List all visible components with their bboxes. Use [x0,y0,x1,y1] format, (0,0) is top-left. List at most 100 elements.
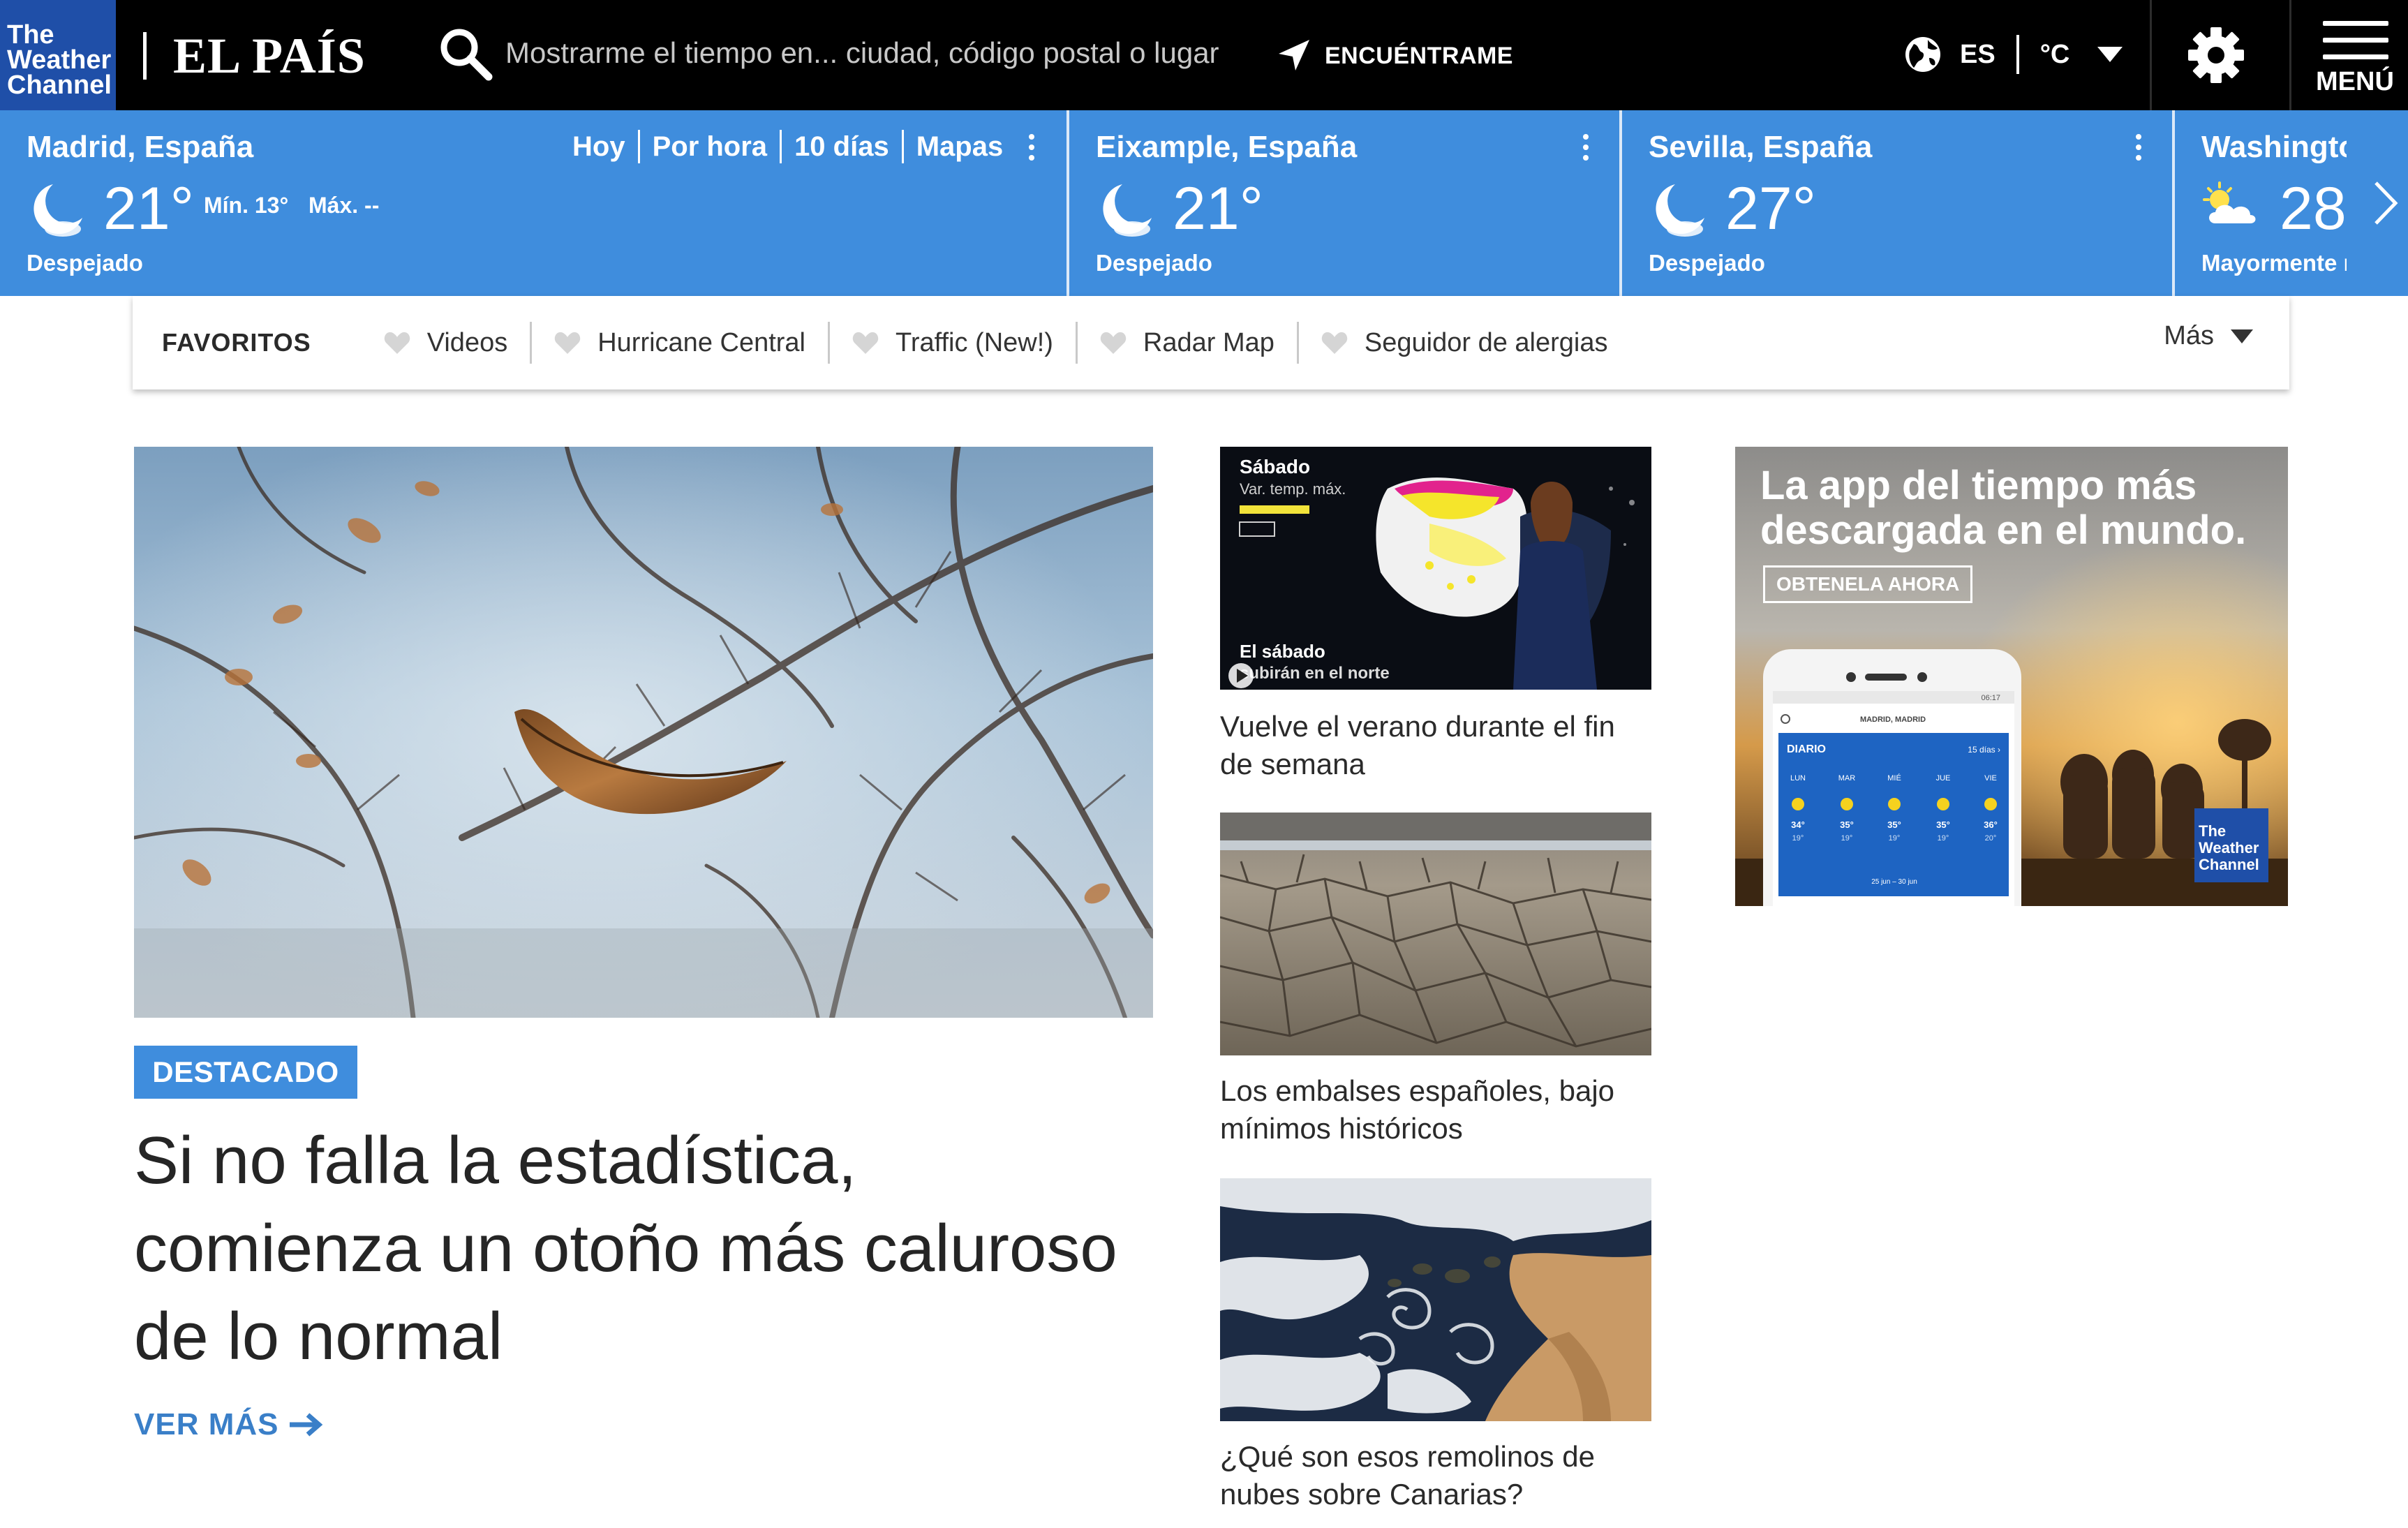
favorite-label: Traffic (New!) [895,327,1053,357]
location-card-washington[interactable]: Washington 28 Mayormente n [2172,110,2347,296]
partly-cloudy-icon [2203,181,2256,223]
brand-divider [143,32,147,80]
tab-mapas[interactable]: Mapas [901,130,1016,163]
clear-night-icon [1103,184,1152,237]
tab-10-dias[interactable]: 10 días [780,130,902,163]
favorites-more-button[interactable]: Más [2164,321,2253,351]
kebab-menu-icon[interactable] [1029,134,1036,162]
phone-low: 19° [1792,834,1804,843]
favorite-label: Videos [426,327,508,357]
story-title-line: de semana [1220,748,1365,780]
menu-button[interactable]: MENÚ [2292,15,2408,99]
search-input[interactable] [505,31,1231,75]
current-temperature: 21° [1173,175,1264,242]
phone-high: 35° [1887,819,1901,830]
header-divider [2289,0,2291,110]
tab-hoy[interactable]: Hoy [572,130,638,163]
location-name[interactable]: Eixample, España [1096,130,1357,165]
phone-low: 19° [1841,834,1853,843]
twc-logo-line: The [7,20,54,50]
favorite-item-allergy-tracker[interactable]: Seguidor de alergias [1296,322,1630,364]
hero-headline-line: comienza un otoño más caluroso [134,1211,1117,1286]
location-card-eixample[interactable]: Eixample, España 21° Despejado [1066,110,1619,296]
hero-image-falling-leaf[interactable] [134,447,1153,1018]
clear-night-icon [1656,184,1704,237]
phone-high: 34° [1791,819,1805,830]
location-strip: Madrid, España Hoy Por hora 10 días Mapa… [0,110,2408,296]
favorite-label: Seguidor de alergias [1364,327,1608,357]
find-me-button[interactable]: ENCUÉNTRAME [1274,36,1513,75]
phone-low: 19° [1938,834,1949,843]
see-more-link[interactable]: VER MÁS [134,1407,323,1442]
strip-next-button[interactable] [2347,110,2408,296]
ad-headline-line: La app del tiempo más [1760,463,2197,508]
hero-headline[interactable]: Si no falla la estadística, comienza un … [134,1117,1181,1381]
location-name[interactable]: Sevilla, España [1649,130,1872,165]
chevron-down-icon [2231,329,2253,343]
ad-brand-line: Weather [2199,839,2259,856]
header-divider [2150,0,2152,110]
units-label[interactable]: °C [2040,40,2070,70]
location-card-sevilla[interactable]: Sevilla, España 27° Despejado [1619,110,2172,296]
phone-panel-link: 15 días › [1968,745,2000,755]
favorite-item-radar-map[interactable]: Radar Map [1075,322,1297,364]
story-title[interactable]: Los embalses españoles, bajo mínimos his… [1220,1072,1667,1148]
favorite-item-hurricane-central[interactable]: Hurricane Central [530,322,828,364]
kebab-menu-icon[interactable] [1583,134,1590,162]
location-arrow-icon [1279,40,1309,71]
favorites-bar: FAVORITOS Videos Hurricane Central Traff… [133,296,2289,390]
location-name[interactable]: Madrid, España [27,130,253,165]
app-download-ad[interactable]: 06:17 MADRID, MADRID DIARIO 15 días › LU… [1735,447,2288,906]
phone-panel-title: DIARIO [1787,743,1826,755]
heart-icon[interactable] [384,331,410,355]
globe-icon [1905,37,1940,72]
featured-badge: DESTACADO [134,1046,357,1099]
story-title-line: nubes sobre Canarias? [1220,1478,1524,1511]
phone-low: 20° [1985,834,1997,843]
location-name[interactable]: Washington [2201,130,2347,165]
phone-location: MADRID, MADRID [1860,715,1926,724]
heart-icon[interactable] [852,331,879,355]
favorite-item-traffic[interactable]: Traffic (New!) [828,322,1076,364]
heart-icon[interactable] [1321,331,1348,355]
favorite-label: Hurricane Central [597,327,806,357]
partner-logo[interactable]: EL PAÍS [173,29,366,82]
heart-icon[interactable] [1100,331,1127,355]
location-tabs: Hoy Por hora 10 días Mapas [572,130,1016,163]
story-title-line: ¿Qué son esos remolinos de [1220,1440,1595,1473]
twc-logo-line: Weather [7,45,112,75]
weather-condition: Despejado [1649,250,1765,276]
phone-day: MIÉ [1887,773,1901,782]
story-overlay-caption: subirán en el norte [1240,664,1390,683]
story-title-line: Los embalses españoles, bajo [1220,1074,1615,1107]
phone-date-range: 25 jun – 30 jun [1871,878,1917,886]
language-label[interactable]: ES [1960,40,1995,70]
favorite-item-videos[interactable]: Videos [363,322,530,364]
weather-condition: Mayormente n [2201,250,2347,276]
phone-day: JUE [1936,774,1951,782]
story-thumbnail-satellite-clouds[interactable] [1220,1178,1651,1421]
kebab-menu-icon[interactable] [2136,134,2143,162]
location-card-madrid[interactable]: Madrid, España Hoy Por hora 10 días Mapa… [0,110,1066,296]
max-temperature: Máx. -- [309,193,380,218]
search-icon[interactable] [437,25,494,82]
language-units-selector[interactable]: ES °C [1904,34,2123,75]
story-title[interactable]: ¿Qué son esos remolinos de nubes sobre C… [1220,1438,1667,1513]
gear-icon[interactable] [2186,25,2246,85]
arrow-right-icon [290,1413,323,1437]
menu-label: MENÚ [2316,67,2394,96]
twc-logo[interactable]: The Weather Channel [0,0,116,110]
get-app-button[interactable]: OBTENELA AHORA [1763,565,1973,603]
story-thumbnail-weather-map[interactable]: Sábado Var. temp. máx. El sábado subirán… [1220,447,1651,690]
tab-por-hora[interactable]: Por hora [637,130,780,163]
see-more-label: VER MÁS [134,1407,279,1441]
phone-high: 35° [1936,819,1950,830]
story-thumbnail-dry-reservoir[interactable] [1220,813,1651,1055]
favorites-title: FAVORITOS [162,328,311,357]
chevron-down-icon[interactable] [2097,47,2123,62]
find-me-label: ENCUÉNTRAME [1325,42,1513,69]
phone-day: MAR [1838,774,1856,782]
story-title[interactable]: Vuelve el verano durante el fin de seman… [1220,708,1667,783]
hero-headline-line: Si no falla la estadística, [134,1123,857,1198]
heart-icon[interactable] [554,331,581,355]
